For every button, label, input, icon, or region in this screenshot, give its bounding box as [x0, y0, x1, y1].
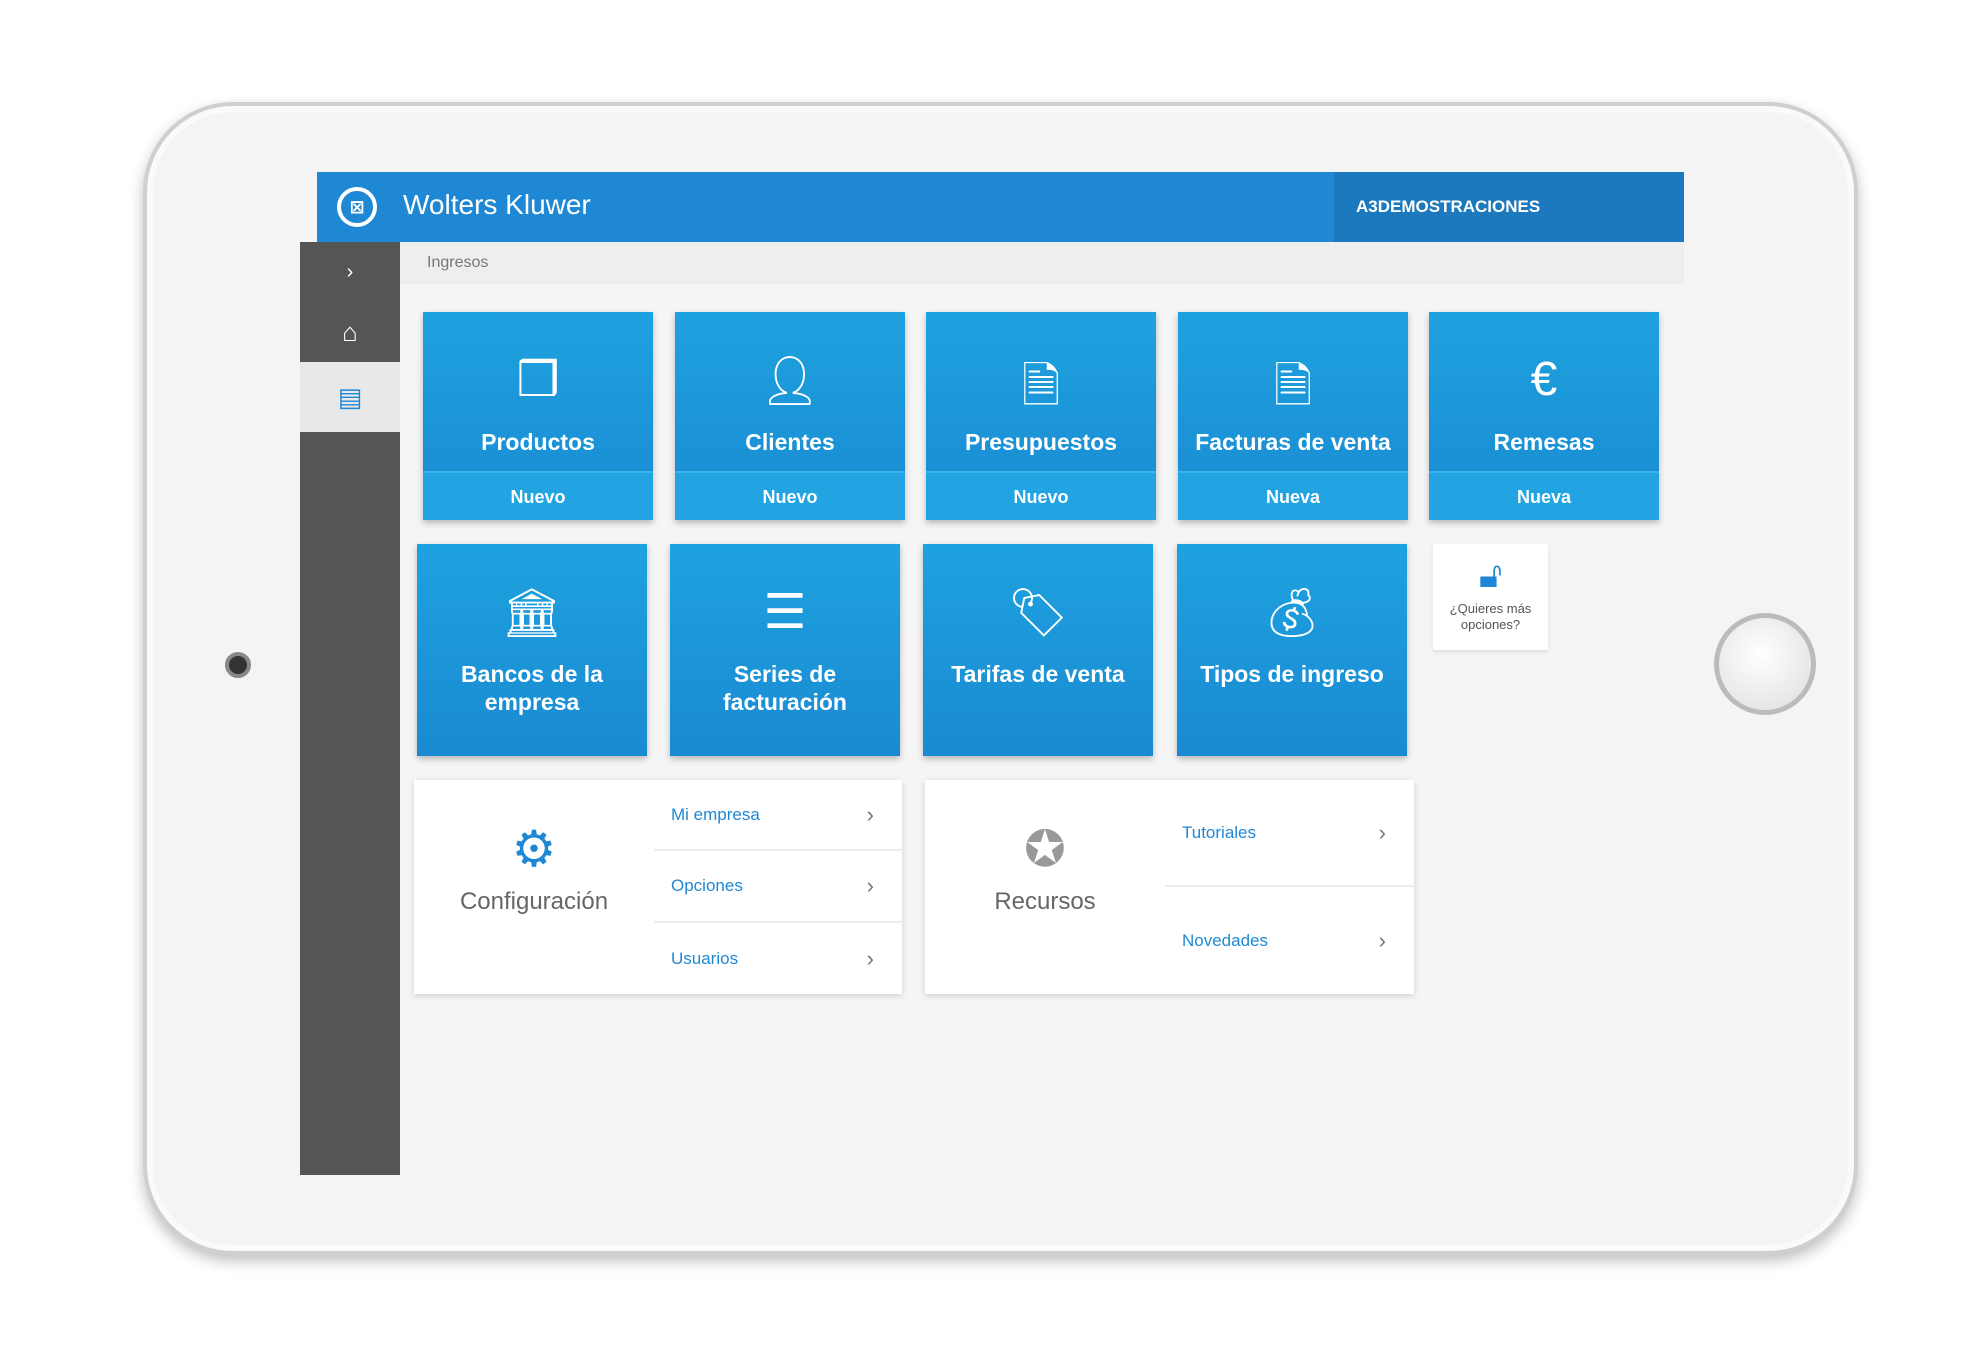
tile-productos[interactable]: ❒ Productos Nuevo: [423, 312, 653, 520]
more-options-button[interactable]: 🔓︎ ¿Quieres más opciones?: [1433, 544, 1548, 650]
breadcrumb: Ingresos: [400, 242, 1684, 284]
brand-name: Wolters Kluwer: [403, 189, 591, 220]
user-account[interactable]: A3DEMOSTRACIONES: [1334, 172, 1684, 242]
expand-sidebar-chevron-icon[interactable]: ›: [300, 242, 400, 302]
unlock-icon: 🔓︎: [1478, 554, 1503, 595]
link-mi-empresa[interactable]: Mi empresa ›: [654, 780, 902, 851]
chevron-right-icon: ›: [866, 945, 874, 971]
document-icon: 🗎︎: [1021, 360, 1061, 413]
invoice-euro-icon: 🗎︎: [1273, 360, 1313, 413]
camera: [225, 652, 251, 678]
link-opciones[interactable]: Opciones ›: [654, 851, 902, 923]
box-icon: ❒: [516, 354, 560, 407]
link-tutoriales[interactable]: Tutoriales ›: [1165, 780, 1414, 887]
bank-icon: 🏛︎: [501, 587, 563, 640]
home-icon[interactable]: ⌂: [300, 302, 400, 362]
wolters-kluwer-logo-icon: ⊠: [337, 187, 377, 227]
money-bag-icon: 💰︎: [1261, 587, 1323, 640]
chevron-right-icon: ›: [1378, 927, 1386, 953]
new-remesa-button[interactable]: Nueva: [1429, 471, 1659, 520]
new-factura-button[interactable]: Nueva: [1178, 471, 1408, 520]
config-card: ⚙ Configuración Mi empresa › Opciones › Usu…: [414, 780, 902, 994]
home-button[interactable]: [1714, 613, 1816, 715]
app-header: ⊠ Wolters Kluwer A3DEMOSTRACIONES: [317, 172, 1684, 242]
sidebar: › ⌂ ▤: [300, 242, 400, 1175]
tile-bancos[interactable]: 🏛︎ Bancos de la empresa: [417, 544, 647, 756]
tile-remesas[interactable]: € Remesas Nueva: [1429, 312, 1659, 520]
gears-icon: ⚙: [511, 821, 557, 877]
link-novedades[interactable]: Novedades ›: [1165, 887, 1414, 994]
user-icon: 👤︎: [759, 355, 821, 408]
chevron-right-icon: ›: [866, 801, 874, 827]
resources-card: ✪ Recursos Tutoriales › Novedades ›: [925, 780, 1414, 994]
new-producto-button[interactable]: Nuevo: [423, 471, 653, 520]
documents-icon[interactable]: ▤: [300, 362, 400, 432]
tile-series-facturacion[interactable]: ☰ Series de facturación: [670, 544, 900, 756]
tile-clientes[interactable]: 👤︎ Clientes Nuevo: [675, 312, 905, 520]
chevron-right-icon: ›: [1378, 819, 1386, 845]
app-screen: ⊠ Wolters Kluwer A3DEMOSTRACIONES › ⌂ ▤ …: [300, 172, 1707, 1175]
tags-icon: 🏷︎: [1007, 587, 1069, 640]
tile-tarifas-de-venta[interactable]: 🏷︎ Tarifas de venta: [923, 544, 1153, 756]
new-presupuesto-button[interactable]: Nuevo: [926, 471, 1156, 520]
euro-stack-icon: €: [1530, 353, 1558, 406]
list-icon: ☰: [763, 586, 807, 639]
resources-icon: ✪: [1024, 821, 1066, 877]
tile-presupuestos[interactable]: 🗎︎ Presupuestos Nuevo: [926, 312, 1156, 520]
tile-facturas-de-venta[interactable]: 🗎︎ Facturas de venta Nueva: [1178, 312, 1408, 520]
tile-tipos-de-ingreso[interactable]: 💰︎ Tipos de ingreso: [1177, 544, 1407, 756]
new-cliente-button[interactable]: Nuevo: [675, 471, 905, 520]
link-usuarios[interactable]: Usuarios ›: [654, 923, 902, 994]
chevron-right-icon: ›: [866, 873, 874, 898]
